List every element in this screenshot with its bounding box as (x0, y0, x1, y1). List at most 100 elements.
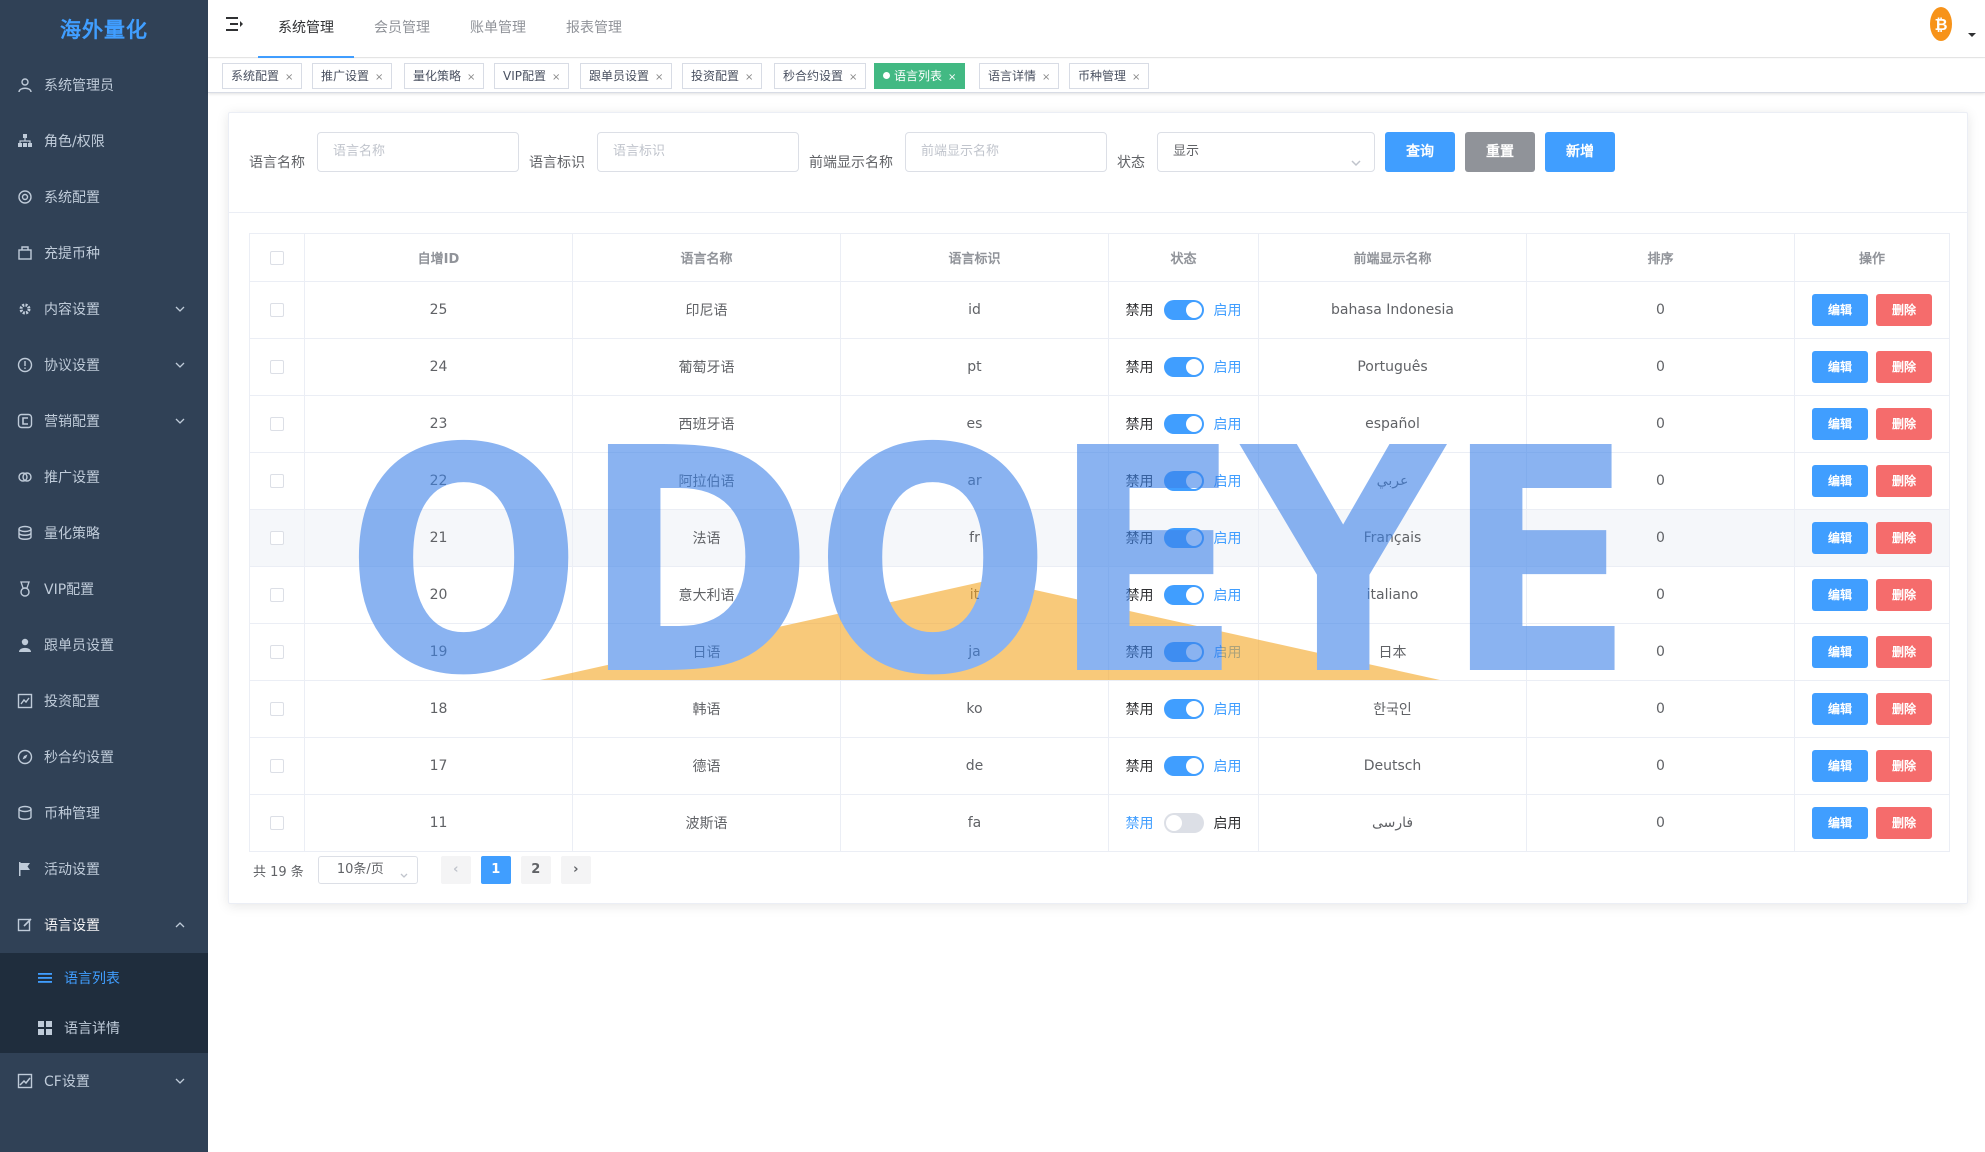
status-switch[interactable] (1163, 300, 1204, 320)
row-checkbox[interactable] (270, 531, 284, 545)
close-icon[interactable]: × (745, 72, 753, 83)
table-row[interactable]: 17 德语 de 禁用 启用 Deutsch 0 编辑 删除 (249, 737, 1950, 795)
delete-button[interactable]: 删除 (1876, 351, 1932, 383)
row-checkbox[interactable] (270, 474, 284, 488)
sidebar-item-coin-management[interactable]: 币种管理 (0, 785, 208, 841)
row-checkbox[interactable] (270, 759, 284, 773)
hamburger-icon[interactable] (224, 14, 244, 34)
next-page-button[interactable]: › (560, 856, 591, 884)
close-icon[interactable]: × (1042, 72, 1050, 83)
tag-item[interactable]: 跟单员设置 × (580, 63, 673, 89)
display-name-input[interactable]: 前端显示名称 (905, 132, 1107, 172)
edit-button[interactable]: 编辑 (1812, 693, 1868, 725)
delete-button[interactable]: 删除 (1876, 807, 1932, 839)
table-row[interactable]: 11 波斯语 fa 禁用 启用 فارسی 0 编辑 删除 (249, 794, 1950, 852)
column-header-sort[interactable]: 排序 (1526, 233, 1795, 282)
delete-button[interactable]: 删除 (1876, 750, 1932, 782)
page-1-button[interactable]: 1 (480, 856, 511, 884)
sidebar-item-language-detail[interactable]: 语言详情 (0, 1003, 208, 1053)
sidebar-item-activity-settings[interactable]: 活动设置 (0, 841, 208, 897)
status-switch[interactable] (1163, 414, 1204, 434)
sidebar-item-language-list[interactable]: 语言列表 (0, 953, 208, 1003)
edit-button[interactable]: 编辑 (1812, 351, 1868, 383)
edit-button[interactable]: 编辑 (1812, 579, 1868, 611)
app-logo[interactable]: 海外量化 (0, 0, 208, 57)
prev-page-button[interactable]: ‹ (440, 856, 471, 884)
column-header-id[interactable]: 自增ID (304, 233, 573, 282)
edit-button[interactable]: 编辑 (1812, 294, 1868, 326)
delete-button[interactable]: 删除 (1876, 693, 1932, 725)
row-checkbox[interactable] (270, 702, 284, 716)
close-icon[interactable]: × (467, 72, 475, 83)
top-tab-bills[interactable]: 账单管理 (450, 0, 546, 58)
status-switch[interactable] (1163, 357, 1204, 377)
sidebar-item-content-settings[interactable]: 内容设置 (0, 281, 208, 337)
top-tab-system[interactable]: 系统管理 (258, 0, 354, 58)
row-checkbox[interactable] (270, 360, 284, 374)
column-header-status[interactable]: 状态 (1108, 233, 1259, 282)
table-row[interactable]: 23 西班牙语 es 禁用 启用 español 0 编辑 删除 (249, 395, 1950, 453)
row-checkbox[interactable] (270, 303, 284, 317)
status-switch[interactable] (1163, 699, 1204, 719)
row-checkbox[interactable] (270, 645, 284, 659)
status-switch[interactable] (1163, 585, 1204, 605)
close-icon[interactable]: × (1132, 72, 1140, 83)
close-icon[interactable]: × (948, 72, 956, 83)
table-row[interactable]: 21 法语 fr 禁用 启用 Français 0 编辑 删除 (249, 509, 1950, 567)
table-row[interactable]: 24 葡萄牙语 pt 禁用 启用 Português 0 编辑 删除 (249, 338, 1950, 396)
tag-item[interactable]: 投资配置 × (682, 63, 763, 89)
sidebar-item-seconds-contract-settings[interactable]: 秒合约设置 (0, 729, 208, 785)
add-button[interactable]: 新增 (1545, 132, 1615, 172)
page-2-button[interactable]: 2 (520, 856, 551, 884)
row-checkbox[interactable] (270, 588, 284, 602)
status-select[interactable]: 显示 (1157, 132, 1375, 172)
delete-button[interactable]: 删除 (1876, 465, 1932, 497)
tag-item[interactable]: 推广设置 × (312, 63, 393, 89)
status-switch[interactable] (1163, 528, 1204, 548)
status-switch[interactable] (1163, 756, 1204, 776)
sidebar-item-language-settings[interactable]: 语言设置 (0, 897, 208, 953)
edit-button[interactable]: 编辑 (1812, 750, 1868, 782)
sidebar-item-marketing-config[interactable]: 营销配置 (0, 393, 208, 449)
sidebar-item-system-config[interactable]: 系统配置 (0, 169, 208, 225)
sidebar-item-agreement-settings[interactable]: 协议设置 (0, 337, 208, 393)
sidebar-item-vip-config[interactable]: VIP配置 (0, 561, 208, 617)
table-row[interactable]: 19 日语 ja 禁用 启用 日本 0 编辑 删除 (249, 623, 1950, 681)
table-row[interactable]: 18 韩语 ko 禁用 启用 한국인 0 编辑 删除 (249, 680, 1950, 738)
page-size-select[interactable]: 10条/页 (317, 856, 418, 884)
column-header-code[interactable]: 语言标识 (840, 233, 1109, 282)
edit-button[interactable]: 编辑 (1812, 807, 1868, 839)
edit-button[interactable]: 编辑 (1812, 636, 1868, 668)
sidebar-item-deposit-coins[interactable]: 充提币种 (0, 225, 208, 281)
tag-item[interactable]: 币种管理 × (1069, 63, 1150, 89)
language-code-input[interactable]: 语言标识 (597, 132, 799, 172)
close-icon[interactable]: × (375, 72, 383, 83)
delete-button[interactable]: 删除 (1876, 636, 1932, 668)
table-row[interactable]: 22 阿拉伯语 ar 禁用 启用 عربي 0 编辑 删除 (249, 452, 1950, 510)
top-tab-members[interactable]: 会员管理 (354, 0, 450, 58)
sidebar-item-quant-strategy[interactable]: 量化策略 (0, 505, 208, 561)
edit-button[interactable]: 编辑 (1812, 465, 1868, 497)
close-icon[interactable]: × (849, 72, 857, 83)
sidebar-item-cf-settings[interactable]: CF设置 (0, 1053, 208, 1109)
column-header-name[interactable]: 语言名称 (572, 233, 841, 282)
top-tab-reports[interactable]: 报表管理 (546, 0, 642, 58)
status-switch[interactable] (1163, 471, 1204, 491)
tag-item[interactable]: 语言详情 × (979, 63, 1060, 89)
sidebar-item-investment-config[interactable]: 投资配置 (0, 673, 208, 729)
tag-active[interactable]: 语言列表 × (874, 63, 966, 89)
row-checkbox[interactable] (270, 417, 284, 431)
delete-button[interactable]: 删除 (1876, 294, 1932, 326)
reset-button[interactable]: 重置 (1465, 132, 1535, 172)
sidebar-item-system-admins[interactable]: 系统管理员 (0, 57, 208, 113)
column-header-display-name[interactable]: 前端显示名称 (1258, 233, 1527, 282)
edit-button[interactable]: 编辑 (1812, 522, 1868, 554)
bitcoin-avatar-icon[interactable]: ₿ (1929, 6, 1953, 42)
table-row[interactable]: 25 印尼语 id 禁用 启用 bahasa Indonesia 0 编辑 删除 (249, 281, 1950, 339)
tag-item[interactable]: 秒合约设置 × (774, 63, 867, 89)
row-checkbox[interactable] (270, 816, 284, 830)
sidebar-item-copy-trader-settings[interactable]: 跟单员设置 (0, 617, 208, 673)
select-all-checkbox[interactable] (270, 250, 284, 265)
tag-item[interactable]: VIP配置 × (494, 63, 570, 89)
delete-button[interactable]: 删除 (1876, 579, 1932, 611)
